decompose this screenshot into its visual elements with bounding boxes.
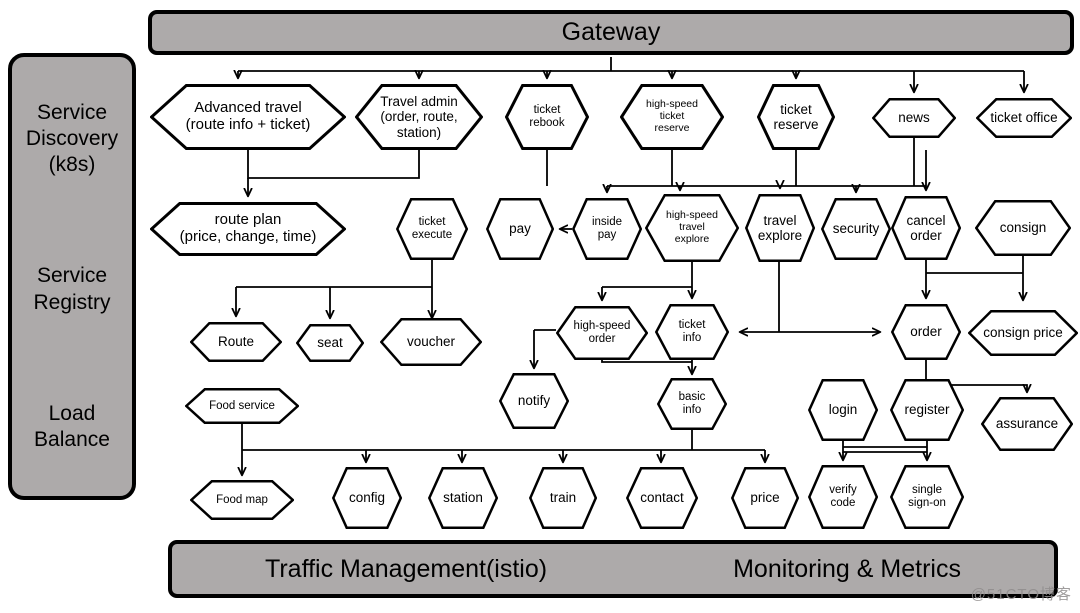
service-node-travel-explore[interactable]: travel explore bbox=[745, 194, 815, 262]
sidebar-item-load-balance: Load Balance bbox=[34, 401, 110, 452]
service-node-ticket-reserve[interactable]: ticket reserve bbox=[757, 84, 835, 150]
service-node-station[interactable]: station bbox=[428, 467, 498, 529]
service-node-food-map[interactable]: Food map bbox=[190, 480, 294, 520]
service-node-label: single sign-on bbox=[908, 484, 946, 509]
service-node-news[interactable]: news bbox=[872, 98, 956, 138]
service-node-label: assurance bbox=[995, 416, 1059, 432]
service-node-label: security bbox=[832, 221, 880, 237]
service-node-route-plan[interactable]: route plan (price, change, time) bbox=[150, 202, 346, 256]
service-node-label: news bbox=[898, 110, 930, 126]
service-node-cancel-order[interactable]: cancel order bbox=[891, 196, 961, 260]
service-node-consign-price[interactable]: consign price bbox=[968, 310, 1078, 356]
service-node-single-sign-on[interactable]: single sign-on bbox=[890, 465, 964, 529]
service-node-label: route plan (price, change, time) bbox=[179, 211, 317, 245]
service-node-label: Route bbox=[217, 334, 255, 350]
service-node-label: login bbox=[828, 402, 858, 418]
service-node-label: high-speed ticket reserve bbox=[646, 98, 698, 134]
sidebar-item-service-discovery: Service Discovery (k8s) bbox=[25, 100, 119, 177]
service-node-travel-admin[interactable]: Travel admin (order, route, station) bbox=[355, 84, 483, 150]
service-node-ticket-execute[interactable]: ticket execute bbox=[396, 198, 468, 260]
service-node-security[interactable]: security bbox=[821, 198, 891, 260]
service-node-food-service[interactable]: Food service bbox=[185, 388, 299, 424]
service-node-label: consign price bbox=[983, 325, 1063, 341]
service-node-voucher[interactable]: voucher bbox=[380, 318, 482, 366]
service-node-high-speed-ticket-reserve[interactable]: high-speed ticket reserve bbox=[620, 84, 724, 150]
service-node-price[interactable]: price bbox=[731, 467, 799, 529]
service-node-label: high-speed order bbox=[573, 320, 631, 345]
service-node-ticket-rebook[interactable]: ticket rebook bbox=[505, 84, 589, 150]
watermark: @51CTO博客 bbox=[970, 586, 1072, 603]
service-node-label: station bbox=[443, 490, 483, 506]
footer-item-traffic-management: Traffic Management(istio) bbox=[265, 554, 548, 583]
service-node-label: seat bbox=[317, 335, 343, 351]
service-node-label: Advanced travel (route info + ticket) bbox=[185, 99, 311, 133]
footer-item-monitoring-metrics: Monitoring & Metrics bbox=[733, 554, 961, 583]
service-node-register[interactable]: register bbox=[890, 379, 964, 441]
service-node-label: price bbox=[750, 490, 780, 506]
service-node-high-speed-order[interactable]: high-speed order bbox=[556, 306, 648, 360]
service-node-login[interactable]: login bbox=[808, 379, 878, 441]
service-node-label: Food service bbox=[209, 399, 275, 412]
service-node-label: pay bbox=[509, 221, 531, 237]
service-node-train[interactable]: train bbox=[529, 467, 597, 529]
service-node-label: contact bbox=[640, 490, 684, 506]
service-node-notify[interactable]: notify bbox=[499, 373, 569, 429]
gateway-label: Gateway bbox=[561, 18, 661, 47]
service-node-label: travel explore bbox=[757, 212, 803, 243]
service-node-label: ticket execute bbox=[411, 216, 453, 241]
service-node-label: basic info bbox=[678, 391, 706, 416]
service-node-ticket-office[interactable]: ticket office bbox=[976, 98, 1072, 138]
service-node-label: notify bbox=[517, 393, 551, 409]
service-node-seat[interactable]: seat bbox=[296, 324, 364, 362]
service-node-label: train bbox=[549, 490, 577, 506]
service-node-label: high-speed travel explore bbox=[666, 209, 718, 245]
service-node-label: ticket office bbox=[990, 110, 1058, 126]
service-node-route[interactable]: Route bbox=[190, 322, 282, 362]
service-node-label: config bbox=[348, 490, 386, 506]
service-node-label: voucher bbox=[406, 334, 456, 350]
service-node-pay[interactable]: pay bbox=[486, 198, 554, 260]
gateway-bar[interactable]: Gateway bbox=[148, 10, 1074, 55]
service-node-config[interactable]: config bbox=[332, 467, 402, 529]
service-node-label: cancel order bbox=[906, 212, 946, 243]
service-node-label: ticket rebook bbox=[529, 104, 565, 129]
service-node-label: register bbox=[904, 402, 950, 418]
service-node-label: order bbox=[910, 324, 942, 340]
service-node-label: Travel admin (order, route, station) bbox=[380, 94, 458, 140]
service-node-label: inside pay bbox=[591, 216, 623, 241]
infrastructure-sidebar[interactable]: Service Discovery (k8s) Service Registry… bbox=[8, 53, 136, 500]
service-node-label: Food map bbox=[216, 493, 268, 506]
service-node-verify-code[interactable]: verify code bbox=[808, 465, 878, 529]
service-node-basic-info[interactable]: basic info bbox=[657, 378, 727, 430]
service-node-consign[interactable]: consign bbox=[975, 200, 1071, 256]
service-node-label: ticket info bbox=[678, 319, 706, 344]
architecture-diagram-canvas: Gateway Service Discovery (k8s) Service … bbox=[0, 0, 1080, 613]
service-node-order[interactable]: order bbox=[891, 304, 961, 360]
service-node-advanced-travel[interactable]: Advanced travel (route info + ticket) bbox=[150, 84, 346, 150]
service-node-ticket-info[interactable]: ticket info bbox=[655, 304, 729, 360]
platform-footer-bar[interactable]: Traffic Management(istio) Monitoring & M… bbox=[168, 540, 1058, 598]
service-node-label: verify code bbox=[829, 484, 857, 509]
service-node-label: ticket reserve bbox=[773, 101, 819, 132]
sidebar-item-service-registry: Service Registry bbox=[33, 264, 111, 314]
service-node-inside-pay[interactable]: inside pay bbox=[572, 198, 642, 260]
service-node-contact[interactable]: contact bbox=[626, 467, 698, 529]
service-node-label: consign bbox=[999, 220, 1047, 236]
service-node-high-speed-travel-explore[interactable]: high-speed travel explore bbox=[645, 194, 739, 262]
service-node-assurance[interactable]: assurance bbox=[981, 397, 1073, 451]
